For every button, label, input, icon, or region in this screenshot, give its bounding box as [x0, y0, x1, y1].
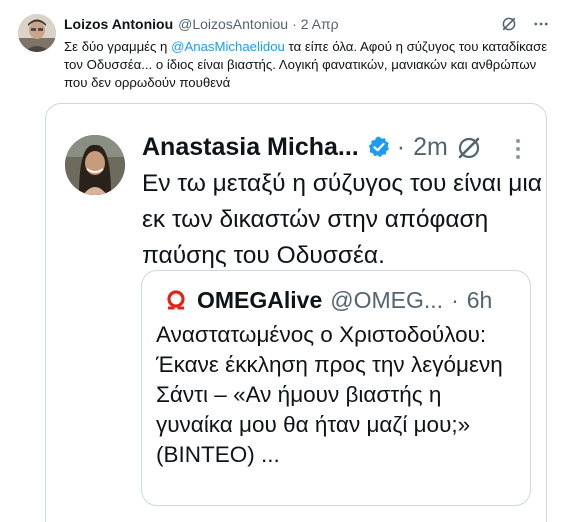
tweet-text-before: Σε δύο γραμμές η [64, 39, 172, 54]
quoted-author-name[interactable]: Anastasia Micha... [142, 133, 359, 162]
nested-author-handle[interactable]: @OMEG... [330, 287, 443, 314]
quoted-tweet-header: Anastasia Micha... · 2m [142, 130, 448, 164]
tweet[interactable]: Loizos Antoniou @LoizosAntoniou · 2 Απρ … [0, 0, 568, 522]
quoted-tweet-text: Εν τω μεταξύ η σύζυγος του είναι μια εκ … [142, 170, 542, 269]
author-avatar[interactable] [18, 14, 56, 52]
author-handle[interactable]: @LoizosAntoniou [178, 16, 288, 32]
separator-dot: · [451, 286, 459, 313]
tweet-header: Loizos Antoniou @LoizosAntoniou · 2 Απρ [64, 13, 554, 35]
omega-logo-icon [164, 288, 188, 312]
grok-slash-circle-icon[interactable] [500, 15, 518, 33]
mention-link[interactable]: @AnasMichaelidou [171, 39, 285, 54]
author-name[interactable]: Loizos Antoniou [64, 16, 173, 32]
nested-quote-header: OMEGAlive @OMEG... · 6h [163, 283, 492, 317]
quoted-author-avatar[interactable] [65, 135, 125, 195]
more-dots-icon[interactable] [532, 15, 550, 33]
nested-quote-text: Αναστατωμένος ο Χριστοδούλου: Έκανε έκκλ… [156, 322, 503, 467]
nested-tweet-timestamp[interactable]: 6h [467, 287, 493, 314]
tweet-text: Σε δύο γραμμές η @AnasMichaelidou τα είπ… [64, 38, 550, 92]
grok-slash-circle-icon[interactable] [455, 134, 483, 162]
separator-dot: · [292, 16, 297, 32]
nested-author-name[interactable]: OMEGAlive [197, 287, 322, 314]
separator-dot: · [396, 132, 406, 161]
tweet-timestamp[interactable]: 2 Απρ [301, 16, 339, 32]
verified-badge-icon [368, 136, 389, 158]
quoted-tweet-timestamp[interactable]: 2m [413, 133, 448, 162]
more-dots-icon[interactable] [508, 136, 528, 162]
